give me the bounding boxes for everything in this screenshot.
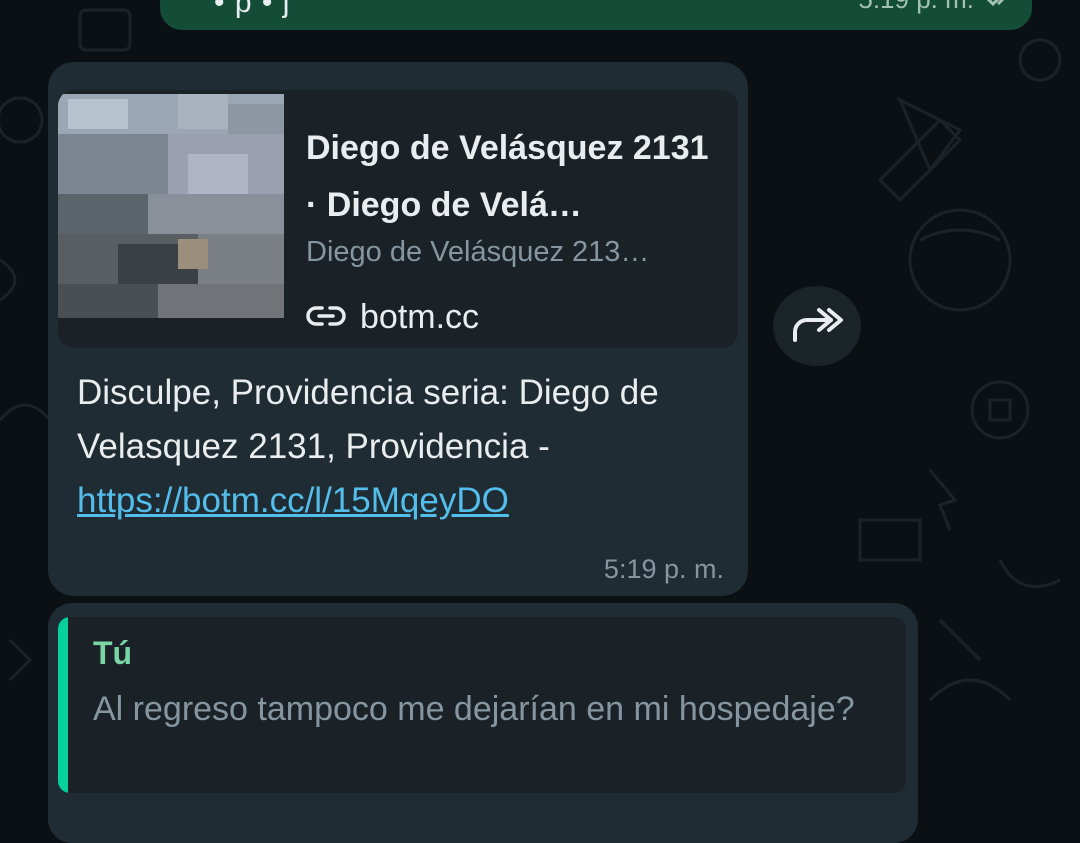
link-preview-description: Diego de Velásquez 213… (306, 236, 650, 268)
outgoing-message-text: • p • j (214, 0, 291, 19)
reply-message-bubble[interactable]: Tú Al regreso tampoco me dejarían en mi … (48, 603, 918, 843)
link-preview-card[interactable]: Diego de Velásquez 2131 · Diego de Velá…… (58, 90, 738, 348)
forward-button[interactable] (773, 286, 861, 366)
link-icon (306, 298, 346, 337)
forward-icon (789, 304, 845, 349)
message-time: 5:19 p. m. (603, 554, 724, 584)
street-photo-thumbnail (58, 94, 284, 318)
link-preview-domain-text: botm.cc (360, 298, 480, 336)
quoted-author: Tú (93, 635, 133, 671)
outgoing-message-meta: 5:19 p. m. (858, 0, 1020, 15)
link-preview-title: Diego de Velásquez 2131 · Diego de Velá… (306, 129, 709, 224)
quote-bar (58, 617, 68, 793)
double-check-icon (984, 0, 1020, 15)
message-body: Disculpe, Providencia seria: Diego de Ve… (77, 373, 659, 466)
message-url-link[interactable]: https://botm.cc/l/15MqeyDO (77, 481, 509, 520)
incoming-message-bubble[interactable]: Diego de Velásquez 2131 · Diego de Velá…… (48, 62, 748, 596)
quoted-text: Al regreso tampoco me dejarían en mi hos… (93, 690, 855, 728)
quoted-message[interactable]: Tú Al regreso tampoco me dejarían en mi … (58, 617, 906, 793)
outgoing-message-time: 5:19 p. m. (858, 0, 974, 15)
message-text: Disculpe, Providencia seria: Diego de Ve… (77, 366, 717, 528)
link-preview-domain: botm.cc (306, 298, 479, 337)
